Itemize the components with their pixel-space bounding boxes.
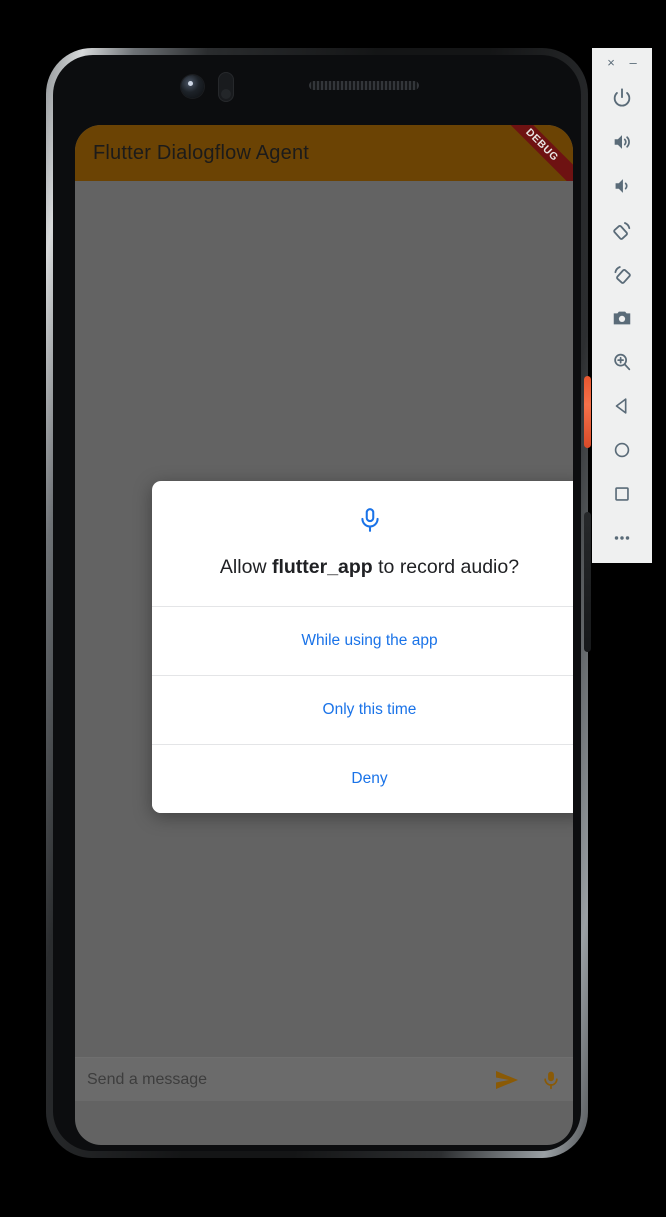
zoom-icon	[614, 353, 631, 371]
microphone-icon	[360, 508, 379, 532]
message-input-bar: Send a message	[75, 1057, 573, 1101]
page-title: Flutter Dialogflow Agent	[93, 141, 310, 164]
app-bar: Flutter Dialogflow Agent DEBUG	[75, 125, 573, 181]
permission-app-name: flutter_app	[271, 556, 373, 578]
volume-up-icon	[614, 135, 630, 149]
emulator-power-button[interactable]	[592, 76, 652, 120]
permission-option-deny[interactable]: Deny	[152, 744, 573, 814]
voice-input-button[interactable]	[529, 1068, 573, 1092]
emulator-screenshot-button[interactable]	[592, 296, 652, 340]
permission-dialog: Allow flutter_app to record audio? While…	[152, 481, 573, 814]
volume-down-icon	[615, 179, 628, 193]
home-icon	[614, 442, 630, 458]
rotate-right-icon	[613, 265, 631, 284]
send-button[interactable]	[485, 1070, 529, 1090]
microphone-icon	[544, 1071, 558, 1089]
emulator-more-button[interactable]	[592, 516, 652, 560]
phone-device-frame: Flutter Dialogflow Agent DEBUG Allow flu…	[46, 48, 591, 1158]
emulator-toolbar: × –	[592, 48, 652, 563]
emulator-volume-up-button[interactable]	[592, 120, 652, 164]
send-icon	[496, 1070, 518, 1089]
light-sensor-icon	[221, 89, 231, 99]
phone-screen: Flutter Dialogflow Agent DEBUG Allow flu…	[75, 125, 573, 1145]
emulator-rotate-right-button[interactable]	[592, 252, 652, 296]
permission-dialog-header: Allow flutter_app to record audio?	[152, 481, 573, 606]
rotate-left-icon	[612, 221, 630, 240]
permission-message-prefix: Allow	[219, 556, 272, 578]
phone-device-body: Flutter Dialogflow Agent DEBUG Allow flu…	[53, 55, 581, 1151]
back-icon	[615, 398, 627, 414]
permission-option-only-this-time[interactable]: Only this time	[152, 675, 573, 745]
emulator-home-button[interactable]	[592, 428, 652, 472]
phone-volume-rocker[interactable]	[584, 512, 591, 652]
emulator-overview-button[interactable]	[592, 472, 652, 516]
emulator-back-button[interactable]	[592, 384, 652, 428]
more-icon	[614, 536, 630, 540]
front-camera-glint	[188, 81, 193, 86]
overview-icon	[615, 487, 629, 501]
front-camera-icon	[181, 75, 204, 98]
debug-banner: DEBUG	[490, 125, 573, 181]
phone-top-bezel	[53, 55, 581, 113]
power-icon	[613, 88, 631, 107]
close-window-button[interactable]: ×	[607, 56, 615, 69]
emulator-rotate-left-button[interactable]	[592, 208, 652, 252]
camera-icon	[613, 311, 631, 325]
emulator-zoom-button[interactable]	[592, 340, 652, 384]
permission-message-suffix: to record audio?	[372, 556, 520, 578]
screenshot-root: Flutter Dialogflow Agent DEBUG Allow flu…	[0, 0, 666, 1217]
phone-power-button[interactable]	[584, 376, 591, 448]
chat-body-scrim: Allow flutter_app to record audio? While…	[75, 181, 573, 1101]
emulator-volume-down-button[interactable]	[592, 164, 652, 208]
minimize-window-button[interactable]: –	[629, 56, 636, 69]
message-input[interactable]: Send a message	[87, 1071, 485, 1089]
earpiece-speaker-grille	[309, 81, 419, 90]
permission-dialog-message: Allow flutter_app to record audio?	[172, 555, 567, 580]
emulator-window-controls: × –	[592, 48, 652, 76]
permission-option-while-using-the-app[interactable]: While using the app	[152, 606, 573, 676]
